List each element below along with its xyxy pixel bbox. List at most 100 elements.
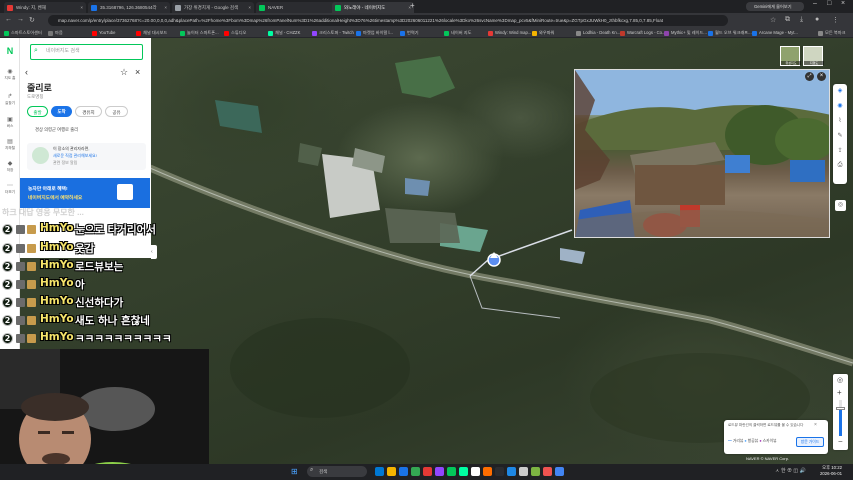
start-button[interactable]: 출발 (27, 106, 48, 117)
bookmark-item[interactable]: 채널 대시보드 (136, 29, 167, 37)
ruler-icon[interactable]: ⌇ (833, 117, 847, 124)
tab-label: NAVER (268, 5, 284, 10)
taskbar-app-icon[interactable] (531, 467, 540, 476)
rail-item-home[interactable]: ◉ 지도 홈 (0, 68, 20, 81)
new-tab-button[interactable]: + (410, 1, 415, 10)
rail-item-bus[interactable]: ▣ 버스 (0, 116, 20, 129)
taskbar-search-input[interactable]: 검색 (307, 466, 367, 477)
minimize-icon[interactable]: – (813, 0, 817, 7)
bookmark-item[interactable]: 놀이터 스마트폰... (180, 29, 219, 37)
bookmark-item[interactable]: 와우파워 (532, 29, 554, 37)
bookmark-item[interactable]: 마음 (48, 29, 63, 37)
waypoint-button[interactable]: 경유지 (75, 106, 102, 117)
panel-close-icon[interactable]: × (135, 67, 140, 77)
taskbar-app-icon[interactable] (459, 467, 468, 476)
expand-icon[interactable]: ⤢ (805, 72, 814, 81)
taskbar-app-icon[interactable] (447, 467, 456, 476)
pencil-icon[interactable]: ✎ (833, 132, 847, 139)
search-input[interactable]: 네이버지도 검색 (30, 44, 143, 60)
taskbar-app-icon[interactable] (411, 467, 420, 476)
taskbar-app-icon[interactable] (471, 467, 480, 476)
bookmark-item[interactable]: Mythic+ 및 레이드... (664, 29, 707, 37)
legend-close-icon[interactable]: × (814, 422, 817, 428)
bookmark-item[interactable]: 월드 오브 워크래프... (708, 29, 752, 37)
bookmark-item[interactable]: 스튜디오 (224, 29, 246, 37)
url-input[interactable]: map.naver.com/p/entry/place/37362768?c=2… (48, 15, 728, 26)
arrive-button[interactable]: 도착 (51, 106, 72, 117)
taskbar-app-icon[interactable] (399, 467, 408, 476)
taskbar-app-icon[interactable] (507, 467, 516, 476)
terrain-layer-thumb[interactable]: 지형도 (803, 46, 824, 66)
taskbar-app-icon[interactable] (495, 467, 504, 476)
bookmark-item[interactable]: 마켓업 바이럴 l... (356, 29, 393, 37)
bookmark-item[interactable]: Windy: Wind map... (488, 29, 531, 37)
bookmark-item[interactable]: Lodhia - Death Kn... (576, 29, 620, 37)
taskbar-app-icon[interactable] (519, 467, 528, 476)
share-icon[interactable]: ⇪ (833, 147, 847, 154)
taskbar-app-icon[interactable] (483, 467, 492, 476)
close-icon[interactable]: × (80, 2, 83, 13)
menu-icon[interactable]: ⋮ (832, 16, 839, 24)
bookmark-item[interactable]: 네이버 지도 (444, 29, 471, 37)
reservation-banner[interactable]: 농자만 아래로 혜택! 네이버지도에서 예약하세요 (20, 178, 150, 208)
owner-promo-card[interactable]: 이 장소의 관리자라면, 새로운 직접 관리해보세요! 관련 정보 알림 (27, 143, 146, 170)
bookmark-item[interactable]: 번역기 (400, 29, 419, 37)
rail-item-subway[interactable]: ▤ 지하철 (0, 138, 20, 151)
tab-google-search[interactable]: 가장 위경치게 - Google 검색 × (172, 2, 254, 13)
taskbar-app-icon[interactable] (543, 467, 552, 476)
chat-badge-icon (16, 244, 25, 253)
rail-item-saved[interactable]: ◆ 저장 (0, 160, 20, 173)
taskbar-app-icon[interactable] (387, 467, 396, 476)
maximize-icon[interactable]: □ (827, 0, 831, 7)
tab-coordinates[interactable]: 35.3168796, 126.3680544라 × (88, 2, 170, 13)
tab-naver[interactable]: NAVER× (256, 2, 338, 13)
window-close-icon[interactable]: × (841, 0, 845, 7)
gemini-button[interactable]: Gemini에게 물어보기 (746, 2, 804, 11)
taskbar-app-icon[interactable] (555, 467, 564, 476)
bookmark-item[interactable]: Warcraft Logs - Co... (620, 29, 665, 37)
bookmark-item[interactable]: 크리스토퍼 - Twitch (312, 29, 354, 37)
roadview-icon[interactable]: ◉ (833, 102, 847, 109)
visit-guide-button[interactable]: 방문 가이드 (796, 437, 824, 447)
roadview-close-icon[interactable]: × (817, 72, 826, 81)
promo-avatar-icon (32, 147, 49, 164)
bookmark-item[interactable]: 채널 - CHZZK (268, 29, 300, 37)
tab-windy[interactable]: Windy: 지, 벤재 × (4, 2, 86, 13)
zoom-in-icon[interactable]: + (837, 388, 842, 397)
extensions-icon[interactable]: ⧉ (785, 16, 790, 24)
download-icon[interactable]: ⤓ (800, 16, 803, 24)
taskbar-app-icon[interactable] (435, 467, 444, 476)
roadview-panorama[interactable] (574, 69, 830, 238)
promo-link[interactable]: 새로운 직접 관리해보세요! (53, 153, 97, 159)
back-chevron-icon[interactable]: ‹ (25, 67, 28, 77)
print-icon[interactable]: ⎙ (833, 162, 847, 169)
favorite-star-icon[interactable]: ☆ (120, 67, 128, 78)
layers-icon[interactable]: ◈ (833, 87, 847, 94)
zoom-slider-handle[interactable] (836, 407, 845, 410)
system-tray[interactable]: ㅅ 한 ⊕ ◫ 🔊 (775, 467, 806, 474)
locate-icon[interactable]: ◎ (837, 376, 843, 384)
share-button[interactable]: 공유 (105, 106, 128, 117)
reload-icon[interactable]: ↻ (29, 16, 35, 24)
back-icon[interactable]: ← (5, 16, 12, 23)
bookmark-star-icon[interactable]: ☆ (770, 16, 776, 24)
bookmark-item[interactable]: 모든 북마크 (818, 29, 845, 37)
rail-item-directions[interactable]: ↱ 길찾기 (0, 93, 20, 106)
windows-start-icon[interactable]: ⊞ (291, 467, 300, 476)
compass-icon[interactable]: ◎ (835, 200, 846, 211)
zoom-out-icon[interactable]: − (838, 437, 843, 446)
satellite-layer-thumb[interactable]: 위성지도 (780, 46, 801, 66)
forward-icon[interactable]: → (17, 16, 24, 23)
naver-logo[interactable]: N (0, 46, 20, 56)
profile-icon[interactable]: ● (815, 16, 819, 23)
taskbar-app-icon[interactable] (423, 467, 432, 476)
close-icon[interactable]: × (164, 2, 167, 13)
close-icon[interactable]: × (248, 2, 251, 13)
rail-item-more[interactable]: ⋯ 더보기 (0, 182, 20, 195)
taskbar-app-icon[interactable] (375, 467, 384, 476)
bookmark-item[interactable]: Arcane Mage - Myt... (752, 29, 798, 37)
bookmark-item[interactable]: YouTube (92, 29, 115, 37)
bookmark-item[interactable]: 스마트스토어센터 (4, 29, 42, 37)
taskbar-clock[interactable]: 오후 10:22 2026-06-01 (812, 465, 842, 477)
tab-naver-map[interactable]: 와노래야 - 네이버지도 × (332, 2, 414, 13)
